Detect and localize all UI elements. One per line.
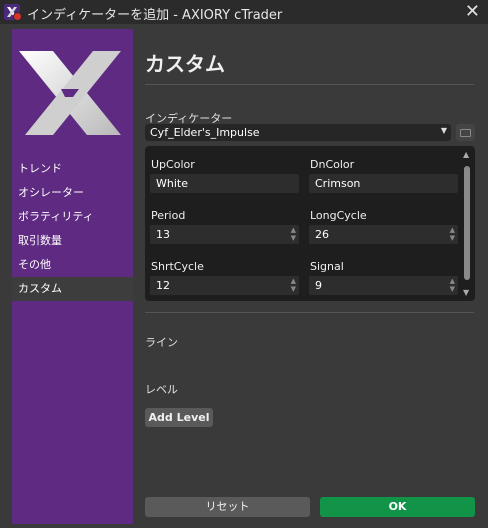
param-label-upcolor: UpColor bbox=[151, 158, 195, 171]
spinner-icon[interactable]: ▲ ▼ bbox=[291, 277, 296, 293]
window-title: インディケーターを追加 - AXIORY cTrader bbox=[27, 8, 283, 23]
add-level-button[interactable]: Add Level bbox=[145, 408, 213, 427]
param-field-signal[interactable]: 9 ▲ ▼ bbox=[309, 276, 458, 295]
lines-label: ライン bbox=[145, 336, 178, 349]
reset-button[interactable]: リセット bbox=[145, 497, 310, 517]
scroll-down-icon[interactable]: ▼ bbox=[463, 288, 469, 297]
window-icon bbox=[460, 129, 471, 137]
indicator-value: Cyf_Elder's_Impulse bbox=[150, 126, 260, 139]
close-icon[interactable]: ✕ bbox=[465, 1, 480, 23]
indicator-select[interactable]: Cyf_Elder's_Impulse ▼ bbox=[145, 124, 451, 141]
param-value-shrtcycle: 12 bbox=[156, 279, 170, 292]
page-title: カスタム bbox=[145, 52, 225, 76]
param-value-longcycle: 26 bbox=[315, 228, 329, 241]
sidebar-item-oscillator[interactable]: オシレーター bbox=[12, 181, 133, 205]
param-label-dncolor: DnColor bbox=[310, 158, 355, 171]
sidebar-item-other[interactable]: その他 bbox=[12, 253, 133, 277]
param-value-dncolor: Crimson bbox=[315, 177, 361, 190]
sidebar-item-trend[interactable]: トレンド bbox=[12, 157, 133, 181]
divider bbox=[145, 312, 474, 313]
sidebar-item-custom[interactable]: カスタム bbox=[12, 277, 133, 301]
spinner-icon[interactable]: ▲ ▼ bbox=[450, 277, 455, 293]
ok-button[interactable]: OK bbox=[320, 497, 475, 517]
spinner-icon[interactable]: ▲ ▼ bbox=[291, 226, 296, 242]
param-field-upcolor[interactable]: White bbox=[150, 174, 299, 193]
app-icon bbox=[4, 4, 22, 21]
param-field-dncolor[interactable]: Crimson bbox=[309, 174, 458, 193]
param-label-period: Period bbox=[151, 209, 186, 222]
scroll-thumb[interactable] bbox=[464, 166, 470, 280]
sidebar-item-volatility[interactable]: ボラティリティ bbox=[12, 205, 133, 229]
params-scrollbar[interactable]: ▲ ▼ bbox=[463, 150, 472, 298]
chevron-down-icon: ▼ bbox=[440, 126, 447, 135]
param-field-period[interactable]: 13 ▲ ▼ bbox=[150, 225, 299, 244]
param-field-shrtcycle[interactable]: 12 ▲ ▼ bbox=[150, 276, 299, 295]
levels-label: レベル bbox=[145, 383, 178, 396]
scroll-up-icon[interactable]: ▲ bbox=[463, 150, 469, 159]
axiory-logo bbox=[17, 43, 127, 143]
param-value-period: 13 bbox=[156, 228, 170, 241]
spinner-icon[interactable]: ▲ ▼ bbox=[450, 226, 455, 242]
param-label-longcycle: LongCycle bbox=[310, 209, 367, 222]
param-value-upcolor: White bbox=[156, 177, 188, 190]
parameters-panel: UpColor White DnColor Crimson Period 13 … bbox=[145, 146, 475, 301]
param-label-shrtcycle: ShrtCycle bbox=[151, 260, 204, 273]
divider bbox=[145, 84, 474, 85]
param-field-longcycle[interactable]: 26 ▲ ▼ bbox=[309, 225, 458, 244]
sidebar-item-volume[interactable]: 取引数量 bbox=[12, 229, 133, 253]
sidebar-menu: トレンド オシレーター ボラティリティ 取引数量 その他 カスタム bbox=[12, 157, 133, 301]
param-value-signal: 9 bbox=[315, 279, 322, 292]
param-label-signal: Signal bbox=[310, 260, 344, 273]
indicator-window-button[interactable] bbox=[456, 124, 475, 141]
title-bar: インディケーターを追加 - AXIORY cTrader ✕ bbox=[0, 0, 488, 24]
sidebar: トレンド オシレーター ボラティリティ 取引数量 その他 カスタム bbox=[12, 29, 133, 524]
